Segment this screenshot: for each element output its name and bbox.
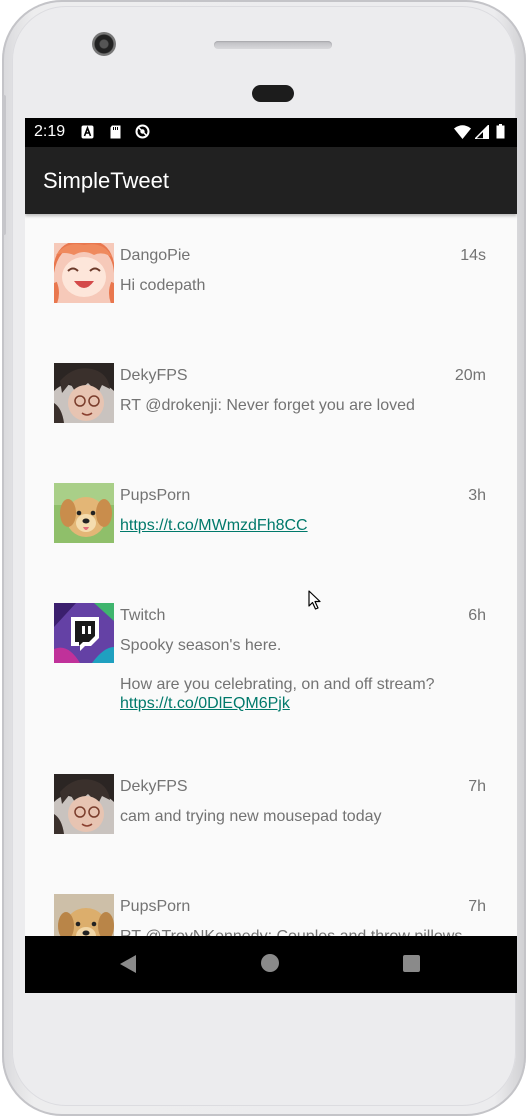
tweet-item[interactable]: DekyFPS 20m RT @drokenji: Never forget y… (25, 363, 517, 453)
app-title: SimpleTweet (43, 168, 169, 193)
tweet-time: 6h (468, 607, 486, 624)
tweet-item[interactable]: PupsPorn 7h RT @TroyNKennedy: Couples an… (25, 894, 517, 936)
proximity-sensor (252, 85, 294, 102)
tweet-handle[interactable]: DangoPie (120, 247, 190, 265)
tweet-link[interactable]: https://t.co/MWmzdFh8CC (120, 517, 308, 534)
tweet-item[interactable]: DekyFPS 7h cam and trying new mousepad t… (25, 774, 517, 864)
avatar[interactable] (54, 243, 114, 303)
device-screen: 2:19 SimpleTweet DangoPie 14s Hi codepat… (25, 118, 517, 993)
tweet-item[interactable]: DangoPie 14s Hi codepath (25, 243, 517, 333)
navigation-bar (25, 936, 517, 993)
volume-button[interactable] (2, 95, 6, 235)
tweet-text: RT @drokenji: Never forget you are loved (120, 397, 415, 414)
tweet-text: Hi codepath (120, 277, 206, 294)
tweet-handle[interactable]: Twitch (120, 607, 165, 625)
signal-icon (475, 125, 489, 139)
back-icon[interactable] (120, 955, 136, 973)
tweet-body: cam and trying new mousepad today (120, 807, 490, 826)
avatar[interactable] (54, 363, 114, 423)
tweet-time: 7h (468, 898, 486, 915)
tweet-body: RT @drokenji: Never forget you are loved (120, 396, 490, 415)
tweet-body: RT @TroyNKennedy: Couples and throw pill… (120, 927, 500, 936)
tweet-body: https://t.co/MWmzdFh8CC (120, 516, 490, 535)
tweet-link[interactable]: https://t.co/0DlEQM6Pjk (120, 695, 290, 712)
avatar[interactable] (54, 483, 114, 543)
sync-icon (135, 124, 150, 139)
battery-icon (496, 124, 505, 139)
tweet-handle[interactable]: PupsPorn (120, 487, 190, 505)
avatar[interactable] (54, 603, 114, 663)
tweet-time: 20m (454, 367, 486, 384)
status-time: 2:19 (34, 123, 66, 140)
tweet-item[interactable]: PupsPorn 3h https://t.co/MWmzdFh8CC (25, 483, 517, 573)
tweet-time: 7h (468, 778, 486, 795)
tweet-text: Spooky season's here. (120, 637, 282, 654)
wifi-icon (454, 125, 471, 139)
home-icon[interactable] (261, 954, 279, 972)
avatar[interactable] (54, 894, 114, 936)
a-icon (81, 125, 94, 139)
avatar[interactable] (54, 774, 114, 834)
tweet-body: Spooky season's here. How are you celebr… (120, 636, 490, 713)
status-bar: 2:19 (25, 118, 517, 147)
earpiece-speaker (214, 41, 332, 49)
mouse-cursor-icon (308, 590, 321, 610)
tweet-item[interactable]: Twitch 6h Spooky season's here. How are … (25, 603, 517, 753)
tweet-text-line2: How are you celebrating, on and off stre… (120, 676, 435, 693)
tweet-timeline[interactable]: DangoPie 14s Hi codepath DekyFPS 20m RT … (25, 214, 517, 936)
tweet-handle[interactable]: PupsPorn (120, 898, 190, 916)
tweet-text: RT @TroyNKennedy: Couples and throw pill… (120, 928, 462, 936)
tweet-text: cam and trying new mousepad today (120, 808, 382, 825)
front-camera (92, 32, 116, 56)
tweet-time: 3h (468, 487, 486, 504)
tweet-handle[interactable]: DekyFPS (120, 367, 188, 385)
sd-card-icon (110, 125, 121, 139)
tweet-body: Hi codepath (120, 276, 490, 295)
app-bar: SimpleTweet (25, 147, 517, 214)
tweet-time: 14s (460, 247, 486, 264)
tweet-handle[interactable]: DekyFPS (120, 778, 188, 796)
recents-icon[interactable] (403, 955, 420, 972)
